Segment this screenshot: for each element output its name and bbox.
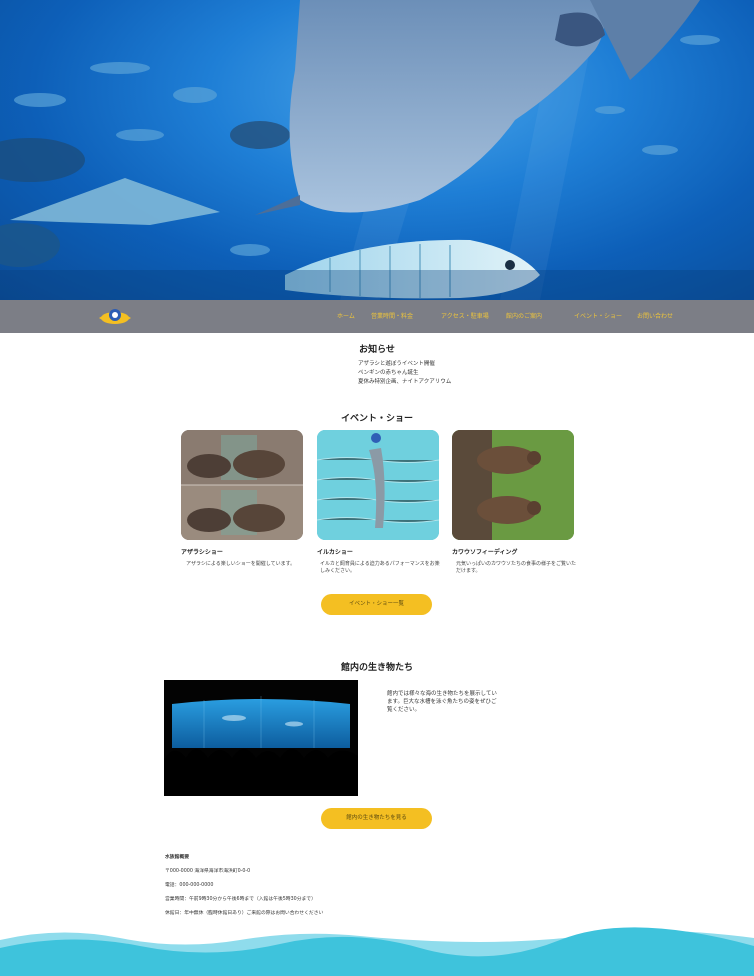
events-list-button[interactable]: イベント・ショー一覧	[321, 594, 432, 615]
nav-hours[interactable]: 営業時間・料金	[371, 311, 413, 323]
news-item[interactable]: アザラシと遊ぼうイベント開催	[358, 360, 451, 369]
news-item[interactable]: 夏休み特別企画、ナイトアクアリウム	[358, 378, 451, 387]
creatures-title: 館内の生き物たち	[340, 663, 413, 673]
events-title: イベント・ショー	[340, 414, 413, 424]
news-title: お知らせ	[359, 345, 395, 355]
nav-guide[interactable]: 館内のご案内	[506, 311, 542, 323]
nav-access[interactable]: アクセス・駐車場	[441, 311, 489, 323]
card-title: カワウソフィーディング	[452, 549, 518, 556]
nav-bar: ホーム 営業時間・料金 アクセス・駐車場 館内のご案内 イベント・ショー お問い…	[0, 300, 754, 333]
card-desc: アザラシによる楽しいショーを開催しています。	[186, 561, 296, 567]
sea-lion-photo[interactable]	[181, 430, 303, 540]
manta-ray-photo	[0, 0, 754, 300]
logo-icon[interactable]	[94, 306, 136, 328]
footer-phone: 電話：000-000-0000	[165, 883, 214, 888]
nav-contact[interactable]: お問い合わせ	[637, 311, 673, 323]
card-title: アザラシショー	[181, 549, 223, 556]
wave-decoration	[0, 927, 754, 976]
dolphin-photo[interactable]	[317, 430, 439, 540]
footer-hours: 営業時間：午前9時30分から午後6時まで（入館は午後5時30分まで）	[165, 897, 316, 902]
nav-home[interactable]: ホーム	[337, 311, 355, 323]
footer-closed: 休館日：年中無休（臨時休館日あり）ご来館の際はお問い合わせください	[165, 911, 324, 916]
aquarium-tank-photo[interactable]	[164, 680, 358, 796]
card-desc: 元気いっぱいのカワウソたちの食事の様子をご覧いただけます。	[456, 561, 577, 574]
creatures-text: 館内では様々な海の生き物たちを展示しています。巨大な水槽を泳ぐ魚たちの姿をぜひご…	[387, 691, 497, 713]
creatures-button[interactable]: 館内の生き物たちを見る	[321, 808, 432, 829]
card-desc: イルカと飼育員による迫力あるパフォーマンスをお楽しみください。	[320, 561, 440, 574]
footer-address: 〒000-0000 海洋県海洋市海浜町0-0-0	[165, 869, 251, 874]
nav-events[interactable]: イベント・ショー	[574, 311, 622, 323]
footer-heading: 水族館概要	[165, 855, 189, 860]
news-item[interactable]: ペンギンの赤ちゃん誕生	[358, 369, 451, 378]
otter-photo[interactable]	[452, 430, 574, 540]
card-title: イルカショー	[317, 549, 353, 556]
hero-image	[0, 0, 754, 300]
news-list: アザラシと遊ぼうイベント開催 ペンギンの赤ちゃん誕生 夏休み特別企画、ナイトアク…	[358, 360, 451, 387]
